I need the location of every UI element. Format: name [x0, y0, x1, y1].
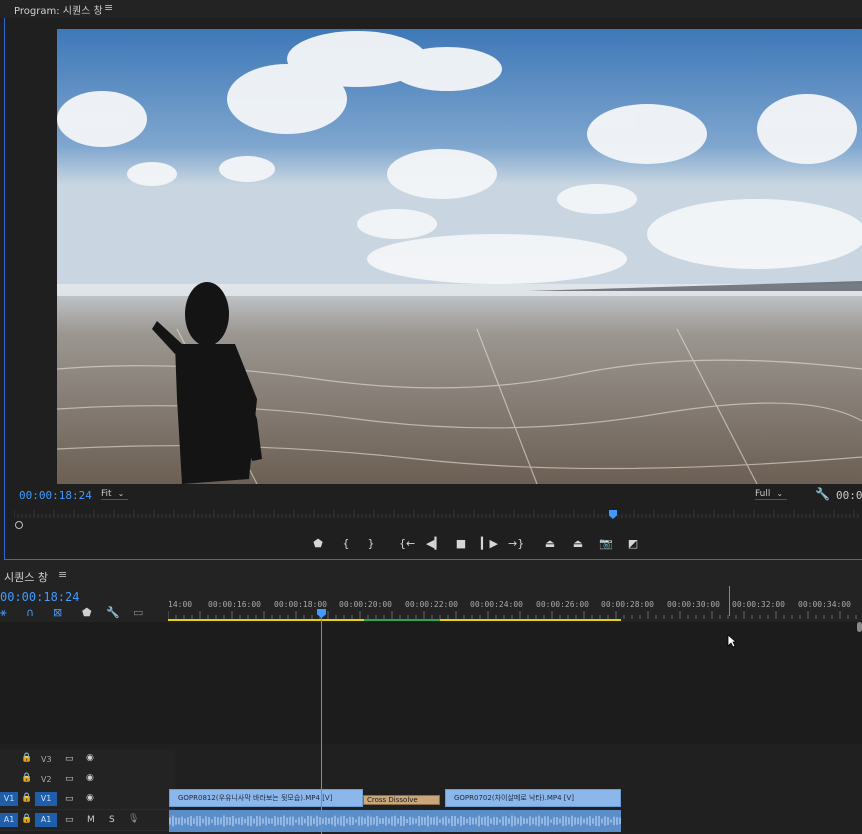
- ruler-label: 00:00:34:00: [798, 600, 851, 609]
- step-back-button[interactable]: ◀▎: [426, 537, 443, 550]
- microphone-icon[interactable]: 🎙: [128, 814, 139, 824]
- marker-icon[interactable]: ⬟: [310, 537, 326, 550]
- ruler-label: 00:00:22:00: [405, 600, 458, 609]
- playhead-line: [321, 617, 322, 834]
- compare-icon[interactable]: ◩: [625, 537, 641, 550]
- video-clip[interactable]: GOPR0702(차이살메로 낙타).MP4 [V]: [445, 789, 621, 807]
- ruler-ticks: [168, 611, 857, 619]
- scrollbar-handle[interactable]: [857, 622, 862, 632]
- zoom-fit-select[interactable]: Fit ⌄: [101, 489, 129, 500]
- sync-lock-icon[interactable]: ▭: [65, 754, 74, 764]
- source-patch-a1[interactable]: A1: [0, 813, 18, 827]
- go-to-out-button[interactable]: →}: [508, 537, 524, 550]
- mark-out-button[interactable]: }: [363, 537, 379, 550]
- program-video-frame: [57, 29, 862, 484]
- video-clip[interactable]: GOPR0812(우유니사막 바라보는 뒷모습).MP4 [V]: [169, 789, 363, 807]
- go-to-in-button[interactable]: {←: [399, 537, 415, 550]
- zoom-handle[interactable]: [15, 521, 23, 529]
- lock-icon[interactable]: 🔒: [21, 793, 32, 803]
- ruler-label: 00:00:26:00: [536, 600, 589, 609]
- full-label: Full: [755, 489, 771, 499]
- marker-line: [729, 586, 730, 616]
- solo-button[interactable]: S: [109, 815, 115, 825]
- resolution-select[interactable]: Full ⌄: [755, 489, 788, 500]
- sync-lock-icon[interactable]: ▭: [65, 774, 74, 784]
- clip-label: GOPR0812(우유니사막 바라보는 뒷모습).MP4 [V]: [178, 794, 333, 802]
- wrench-icon[interactable]: 🔧: [815, 487, 830, 501]
- program-mini-timeline[interactable]: [14, 508, 862, 530]
- sync-lock-icon[interactable]: ▭: [65, 815, 74, 825]
- panel-menu-icon[interactable]: ≡: [104, 1, 113, 14]
- lock-icon[interactable]: 🔒: [21, 814, 32, 824]
- mark-in-button[interactable]: {: [338, 537, 354, 550]
- ruler-label: 00:00:18:00: [274, 600, 327, 609]
- clip-label: GOPR0702(차이살메로 낙타).MP4 [V]: [454, 794, 575, 802]
- stop-button[interactable]: ■: [453, 537, 469, 550]
- transition-clip[interactable]: Cross Dissolve: [363, 795, 440, 805]
- program-timecode[interactable]: 00:00:18:24: [19, 489, 92, 502]
- step-forward-button[interactable]: ▎▶: [481, 537, 498, 550]
- source-patch-v1[interactable]: V1: [0, 792, 18, 806]
- ruler-label: 00:00:32:00: [732, 600, 785, 609]
- chevron-down-icon: ⌄: [117, 489, 125, 498]
- sync-lock-icon[interactable]: ▭: [65, 794, 74, 804]
- track-target-a1[interactable]: A1: [35, 813, 57, 827]
- ruler-label: 00:00:24:00: [470, 600, 523, 609]
- track-name-v2[interactable]: V2: [41, 775, 52, 784]
- sequence-panel-header: [0, 562, 862, 584]
- ruler-label: 00:00:20:00: [339, 600, 392, 609]
- program-duration: 00:00: [836, 489, 862, 502]
- nest-icon[interactable]: ⚹: [0, 606, 7, 620]
- wrench-icon[interactable]: 🔧: [106, 606, 120, 619]
- captions-icon[interactable]: ▭: [133, 606, 143, 619]
- ruler-label: 14:00: [168, 600, 193, 609]
- sequence-panel-title[interactable]: 시퀀스 창: [4, 569, 48, 585]
- track-target-v1[interactable]: V1: [35, 792, 57, 806]
- lift-button[interactable]: ⏏: [542, 537, 558, 550]
- add-marker-icon[interactable]: ⬟: [82, 606, 92, 619]
- mute-button[interactable]: M: [87, 815, 95, 825]
- eye-icon[interactable]: ◉: [86, 753, 94, 763]
- extract-button[interactable]: ⏏: [570, 537, 586, 550]
- lock-icon[interactable]: 🔒: [21, 773, 32, 783]
- sequence-timecode[interactable]: 00:00:18:24: [0, 590, 79, 604]
- mouse-cursor-icon: [727, 634, 737, 648]
- eye-icon[interactable]: ◉: [86, 773, 94, 783]
- ruler-label: 00:00:28:00: [601, 600, 654, 609]
- lock-icon[interactable]: 🔒: [21, 753, 32, 763]
- program-panel-header: [0, 0, 862, 18]
- eye-icon[interactable]: ◉: [86, 793, 94, 803]
- camera-icon[interactable]: 📷: [598, 537, 614, 550]
- video-scene: [57, 29, 862, 484]
- track-name-v3[interactable]: V3: [41, 755, 52, 764]
- ruler-label: 00:00:16:00: [208, 600, 261, 609]
- panel-menu-icon[interactable]: ≡: [58, 568, 67, 581]
- fit-label: Fit: [101, 489, 112, 499]
- ruler-label: 00:00:30:00: [667, 600, 720, 609]
- snap-magnet-icon[interactable]: ∩: [26, 606, 34, 619]
- program-panel-title[interactable]: Program: 시퀀스 창: [14, 2, 103, 17]
- linked-selection-icon[interactable]: ⊠: [53, 606, 62, 619]
- audio-clip[interactable]: [169, 810, 621, 832]
- chevron-down-icon: ⌄: [776, 489, 784, 498]
- render-bar: [364, 619, 440, 621]
